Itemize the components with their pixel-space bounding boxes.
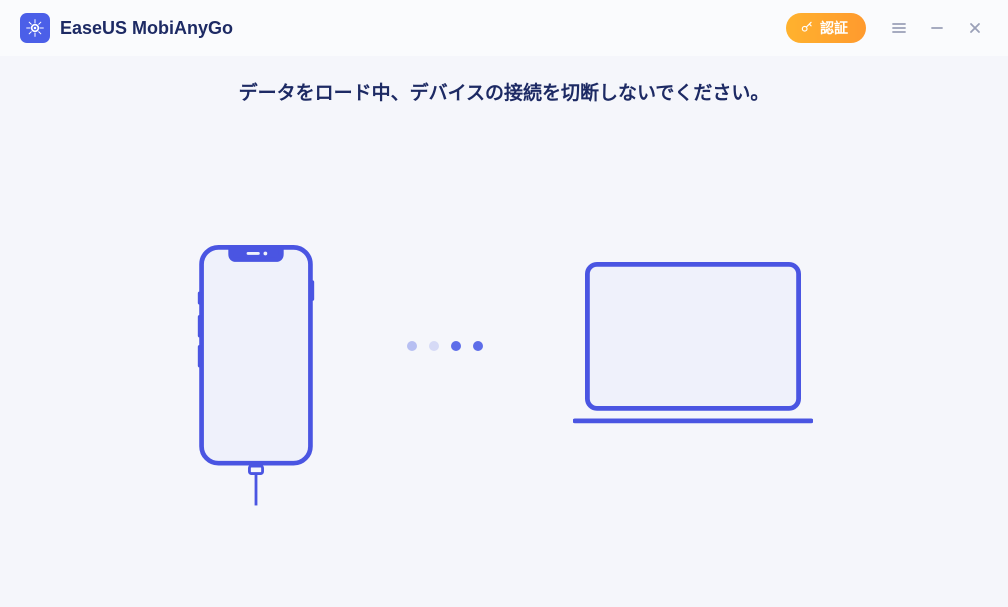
menu-button[interactable] xyxy=(882,11,916,45)
app-title: EaseUS MobiAnyGo xyxy=(60,18,233,39)
device-connection-illustration xyxy=(0,236,1008,506)
minimize-button[interactable] xyxy=(920,11,954,45)
close-icon xyxy=(968,21,982,35)
close-button[interactable] xyxy=(958,11,992,45)
loading-dot xyxy=(451,341,461,351)
laptop-icon xyxy=(573,259,813,434)
hamburger-icon xyxy=(891,20,907,36)
loading-dot xyxy=(429,341,439,351)
app-logo-group: EaseUS MobiAnyGo xyxy=(20,13,233,43)
app-logo-icon xyxy=(20,13,50,43)
phone-icon xyxy=(195,236,317,506)
loading-dot xyxy=(407,341,417,351)
minimize-icon xyxy=(930,21,944,35)
key-icon xyxy=(800,20,814,37)
title-bar: EaseUS MobiAnyGo 認証 xyxy=(0,0,1008,56)
connection-dots xyxy=(407,341,483,351)
status-message: データをロード中、デバイスの接続を切断しないでください。 xyxy=(0,56,1008,105)
main-content: データをロード中、デバイスの接続を切断しないでください。 xyxy=(0,56,1008,607)
auth-button-label: 認証 xyxy=(820,18,848,38)
auth-button[interactable]: 認証 xyxy=(786,13,866,43)
window-controls xyxy=(882,11,992,45)
loading-dot xyxy=(473,341,483,351)
